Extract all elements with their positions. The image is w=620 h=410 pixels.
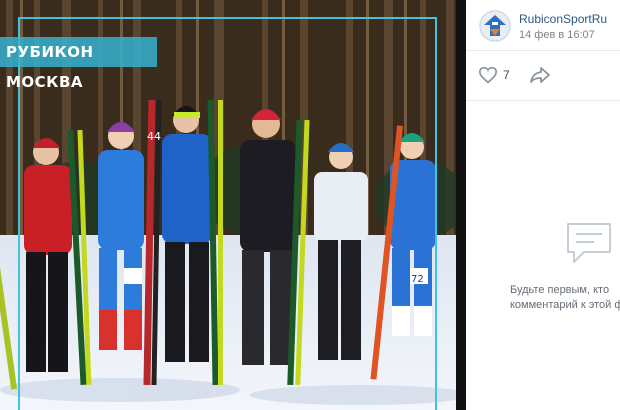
post-photo[interactable]: 44 72 РУБИКОН МОСКВА [0, 0, 466, 410]
post-header: RubiconSportRu 14 фев в 16:07 [466, 0, 620, 50]
actions-divider [466, 100, 620, 101]
photo-caption: РУБИКОН МОСКВА [0, 37, 157, 91]
comment-bubble-icon [567, 223, 611, 263]
skier-1 [24, 138, 72, 372]
photo-edge [456, 0, 466, 410]
post-sidebar: RubiconSportRu 14 фев в 16:07 7 Будьте п… [466, 0, 620, 410]
empty-comments-line-2: комментарий к этой ф [510, 299, 620, 311]
heart-icon [478, 66, 498, 84]
frame-top [20, 17, 436, 19]
bib-number-1: 44 [147, 130, 161, 143]
share-arrow-icon [530, 67, 550, 83]
avatar[interactable] [479, 10, 511, 42]
rubicon-logo-icon [479, 10, 511, 42]
empty-comments-text: Будьте первым, кто комментарий к этой ф [510, 283, 620, 313]
share-button[interactable] [529, 66, 551, 84]
empty-comments-line-1: Будьте первым, кто [510, 284, 610, 296]
bib-number-2: 72 [411, 274, 424, 285]
like-button[interactable]: 7 [478, 65, 510, 85]
post-date[interactable]: 14 фев в 16:07 [519, 29, 595, 41]
frame-right [435, 17, 437, 410]
author-name[interactable]: RubiconSportRu [519, 12, 607, 26]
like-count: 7 [503, 68, 510, 82]
header-divider [466, 50, 620, 51]
skier-5 [314, 143, 368, 360]
